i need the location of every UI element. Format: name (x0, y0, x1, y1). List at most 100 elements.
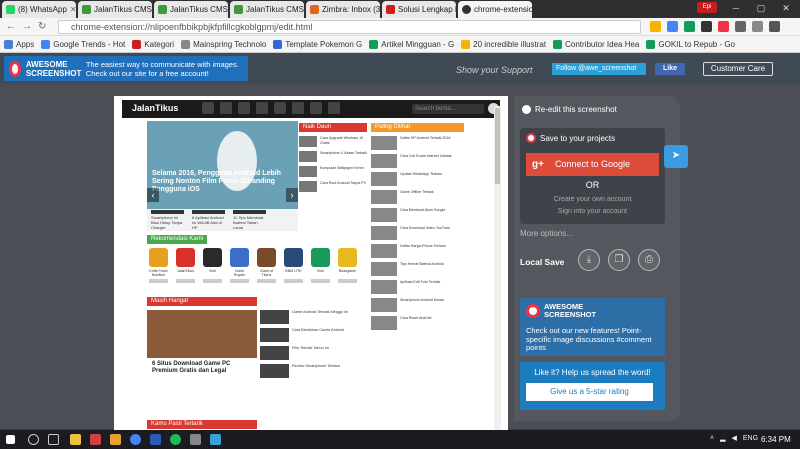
browser-tab-bar: (8) WhatsApp✕ JalanTikus CMS✕ JalanTikus… (0, 0, 800, 18)
facebook-like-button[interactable]: Like (655, 63, 685, 75)
promo-logo: AWESOME SCREENSHOT (526, 303, 604, 319)
app-icon[interactable] (150, 434, 161, 445)
preview-scrollbar[interactable] (494, 106, 501, 432)
reload-icon[interactable]: ↻ (38, 21, 46, 33)
app-icon[interactable] (190, 434, 201, 445)
hero-thumbs: Smartphone Ini Bisa Hidup Tanpa Charger … (147, 209, 298, 231)
bookmark-contributor[interactable]: Contributor Idea Hea (553, 39, 639, 49)
site-header: JalanTikus Search berita… (122, 100, 500, 118)
save-projects-title: Save to your projects (526, 133, 615, 143)
app-icon[interactable] (110, 434, 121, 445)
promo-text: Check out our new features! Point-specif… (526, 326, 652, 352)
masih-hangat-section: Masih Hangat 6 Situs Download Game PC Pr… (147, 297, 365, 412)
star-icon[interactable] (650, 21, 661, 32)
app-icon (203, 248, 222, 267)
naik-daun-section: Naik Daun Cara Upgrade Windows 10 Gratis… (299, 123, 367, 213)
extension-icon[interactable] (667, 21, 678, 32)
network-icon[interactable]: ▂ (720, 434, 725, 442)
bookmark-apps[interactable]: Apps (4, 39, 34, 49)
close-window-icon[interactable]: ✕ (774, 0, 798, 16)
bookmark-mainspring[interactable]: Mainspring Technolo (181, 39, 266, 49)
app-icon[interactable] (210, 434, 221, 445)
bookmark-artikel-mingguan[interactable]: Artikel Mingguan - G (369, 39, 454, 49)
sign-in-link[interactable]: Sign into your account (520, 208, 665, 215)
zimbra-icon (310, 5, 319, 14)
bookmark-gokil[interactable]: GOKIL to Repub - Go (646, 39, 735, 49)
awesome-screenshot-icon[interactable] (718, 21, 729, 32)
extension-icon[interactable] (684, 21, 695, 32)
windows-start-icon[interactable] (6, 435, 15, 444)
bookmark-google-trends[interactable]: Google Trends - Hot (41, 39, 125, 49)
customer-care-button[interactable]: Customer Care (703, 62, 773, 76)
profile-button[interactable]: Epi (697, 2, 717, 13)
clock[interactable]: 6:34 PM (761, 435, 791, 444)
app-icon (284, 248, 303, 267)
list-item: Cara Membuat Akun Google (371, 208, 464, 222)
tab-chrome-extension[interactable]: chrome-extension✕ (458, 1, 532, 18)
more-options-link[interactable]: More options... (520, 229, 573, 238)
bookmark-incredible[interactable]: 20 incredible illustrat (461, 39, 546, 49)
bookmark-kategori[interactable]: Kategori (132, 39, 174, 49)
twitter-follow-button[interactable]: Follow @awe_screenshot (552, 63, 646, 75)
url-field[interactable]: chrome-extension://nlipoenfbbikpbjkfpfil… (58, 20, 641, 34)
app-logo-banner[interactable]: AWESOME SCREENSHOT The easiest way to co… (4, 56, 248, 81)
show-support-label: Show your Support (456, 65, 533, 75)
extension-icon (462, 5, 471, 14)
tab-jalantikus-3[interactable]: JalanTikus CMS✕ (230, 1, 304, 18)
app-icon[interactable] (90, 434, 101, 445)
scrollbar-thumb[interactable] (495, 108, 500, 184)
back-icon[interactable]: ← (6, 21, 16, 33)
volume-icon[interactable]: ◀ (731, 434, 736, 442)
close-icon[interactable]: ✕ (70, 5, 76, 14)
connect-google-button[interactable]: g+ Connect to Google (526, 153, 659, 176)
copy-icon[interactable]: ❐ (608, 249, 630, 271)
app-message: The easiest way to communicate with imag… (85, 59, 239, 78)
reedit-button[interactable]: Re-edit this screenshot (522, 105, 617, 114)
tab-jalantikus-2[interactable]: JalanTikus CMS✕ (154, 1, 228, 18)
minimize-icon[interactable]: ─ (724, 0, 748, 16)
promo-box[interactable]: AWESOME SCREENSHOT Check out our new fea… (520, 298, 665, 356)
forward-icon[interactable]: → (22, 21, 32, 33)
list-item: Review Smartphone Terbaru (260, 364, 365, 378)
app-icons (147, 248, 365, 267)
drive-icon (369, 39, 379, 49)
extension-icon[interactable] (735, 21, 746, 32)
list-item: Cara Bersihkan Cache Android (260, 328, 365, 342)
extension-icon[interactable] (752, 21, 763, 32)
list-item: Smartphone 4 Jutaan Terbaik (299, 151, 367, 162)
create-account-link[interactable]: Create your own account (520, 196, 665, 203)
list-item: Daftar Harga iPhone Terbaru (371, 244, 464, 258)
maximize-icon[interactable]: ▢ (749, 0, 773, 16)
download-buttons (147, 279, 365, 283)
send-icon[interactable]: ➤ (664, 145, 688, 168)
hero-article: Selama 2016, Pengguna Android Lebih Seri… (147, 121, 298, 209)
bookmark-template-pokemon[interactable]: Template Pokemon G (273, 39, 362, 49)
task-view-icon[interactable] (48, 434, 59, 445)
screenshot-preview[interactable]: JalanTikus Search berita… Selama 2016, P… (114, 96, 508, 432)
google-plus-icon: g+ (532, 159, 544, 170)
tab-whatsapp[interactable]: (8) WhatsApp ✕ (2, 1, 76, 18)
tab-jalantikus-1[interactable]: JalanTikus CMS✕ (78, 1, 152, 18)
whatsapp-icon (6, 5, 15, 14)
tab-zimbra[interactable]: Zimbra: Inbox (36)✕ (306, 1, 380, 18)
extension-icon[interactable] (701, 21, 712, 32)
print-icon[interactable]: ⎙ (638, 249, 660, 271)
section-header: Paling Dilihat (371, 123, 464, 132)
awesome-screenshot-logo-icon (9, 60, 21, 77)
list-item: Kumpulan Wallpaper Keren (299, 166, 367, 177)
file-explorer-icon[interactable] (70, 434, 81, 445)
sheets-icon (553, 39, 563, 49)
menu-icon[interactable] (769, 21, 780, 32)
site-nav-icons (202, 102, 340, 114)
chevron-up-icon[interactable]: ˄ (710, 435, 714, 442)
language-indicator[interactable]: ENG (743, 435, 758, 442)
chrome-icon[interactable] (130, 434, 141, 445)
search-icon[interactable] (28, 434, 39, 445)
bookmarks-bar: Apps Google Trends - Hot Kategori Mainsp… (0, 36, 800, 53)
download-icon[interactable]: ⤓ (578, 249, 600, 271)
tab-solusi[interactable]: Solusi Lengkap Do✕ (382, 1, 456, 18)
spotify-icon[interactable] (170, 434, 181, 445)
list-item: Game Offline Terbaik (371, 190, 464, 204)
app-icon (230, 248, 249, 267)
rate-button[interactable]: Give us a 5-star rating (526, 383, 653, 401)
